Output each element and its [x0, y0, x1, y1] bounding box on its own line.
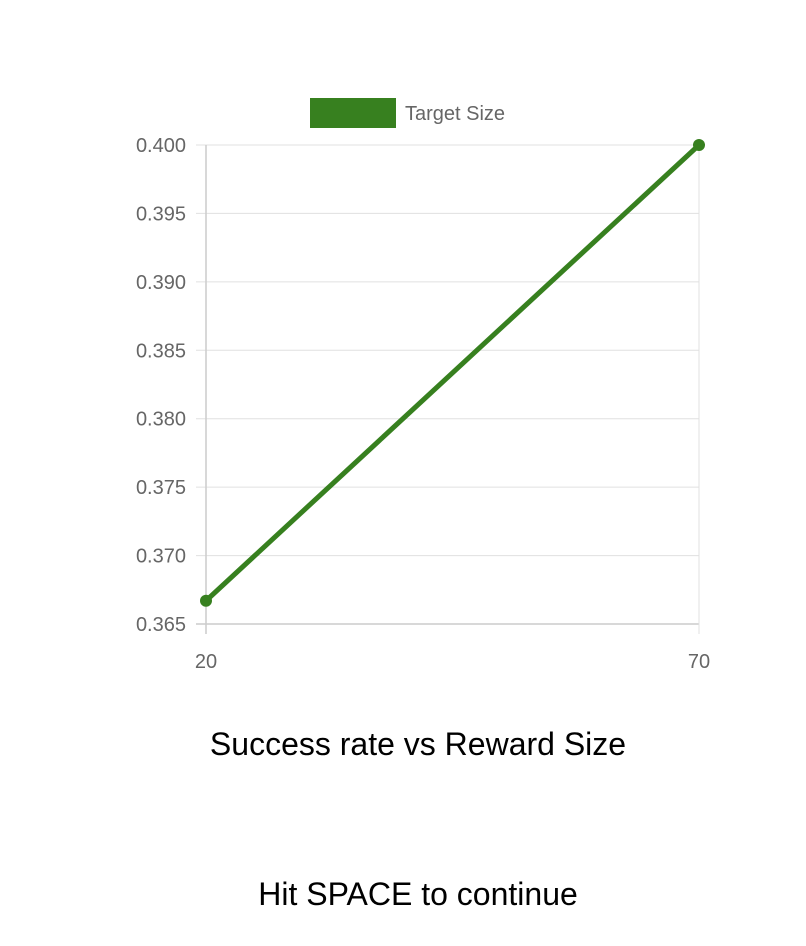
data-point	[693, 139, 705, 151]
y-tick-label: 0.400	[136, 135, 186, 157]
y-tick-label: 0.365	[136, 614, 186, 636]
y-tick-label: 0.380	[136, 409, 186, 431]
x-axis-ticks: 20 70	[195, 651, 710, 673]
y-tick-label: 0.390	[136, 272, 186, 294]
y-tick-label: 0.370	[136, 546, 186, 568]
y-axis-ticks: 0.400 0.395 0.390 0.385 0.380 0.375 0.370 0.365	[136, 135, 186, 636]
y-tick-label: 0.385	[136, 340, 186, 362]
chart-grid	[196, 144, 700, 634]
y-tick-label: 0.375	[136, 477, 186, 499]
legend-swatch	[310, 98, 396, 128]
continue-instruction: Hit SPACE to continue	[258, 876, 578, 912]
chart-series	[200, 139, 705, 607]
chart-legend: Target Size	[310, 98, 505, 128]
y-tick-label: 0.395	[136, 203, 186, 225]
legend-label: Target Size	[405, 103, 505, 125]
chart-caption: Success rate vs Reward Size	[209, 726, 627, 762]
data-point	[200, 594, 212, 607]
line-chart: Target Size 0.400 0.395 0.390 0.385 0.380 0.3…	[136, 98, 710, 673]
x-tick-label: 70	[688, 651, 710, 673]
x-tick-label: 20	[195, 651, 217, 673]
